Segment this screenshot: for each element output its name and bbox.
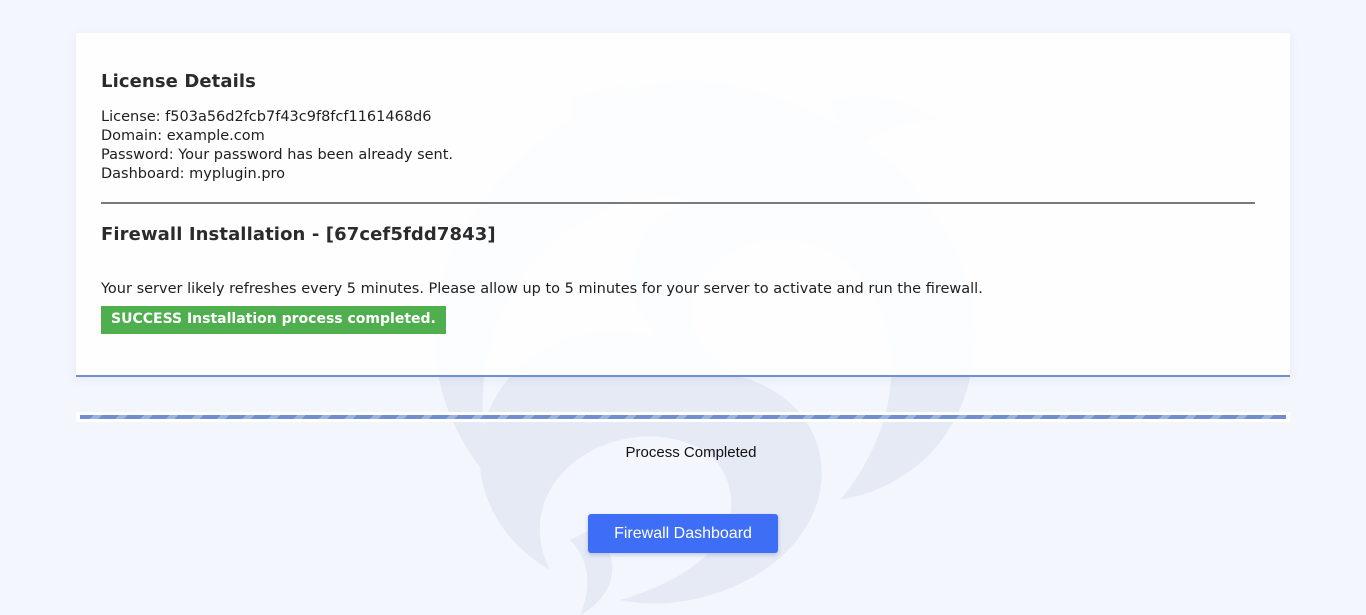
domain-line: Domain: example.com (101, 128, 265, 144)
progress-bar (76, 412, 1290, 422)
installation-card: License Details License: f503a56d2fcb7f4… (76, 33, 1290, 377)
dashboard-line: Dashboard: myplugin.pro (101, 166, 286, 182)
success-status-badge: SUCCESS Installation process completed. (101, 306, 446, 334)
process-status-text: Process Completed (625, 444, 757, 461)
firewall-dashboard-button[interactable]: Firewall Dashboard (588, 514, 778, 553)
section-divider (101, 202, 1255, 204)
license-key-line: License: f503a56d2fcb7f43c9f8fcf1161468d… (101, 109, 432, 125)
firewall-installation-heading: Firewall Installation - [67cef5fdd7843] (101, 224, 496, 245)
license-details-list: License: f503a56d2fcb7f43c9f8fcf1161468d… (101, 108, 1255, 184)
license-details-heading: License Details (101, 71, 256, 92)
refresh-info-text: Your server likely refreshes every 5 min… (101, 281, 983, 297)
progress-bar-fill (80, 415, 1286, 419)
password-line: Password: Your password has been already… (101, 147, 454, 163)
